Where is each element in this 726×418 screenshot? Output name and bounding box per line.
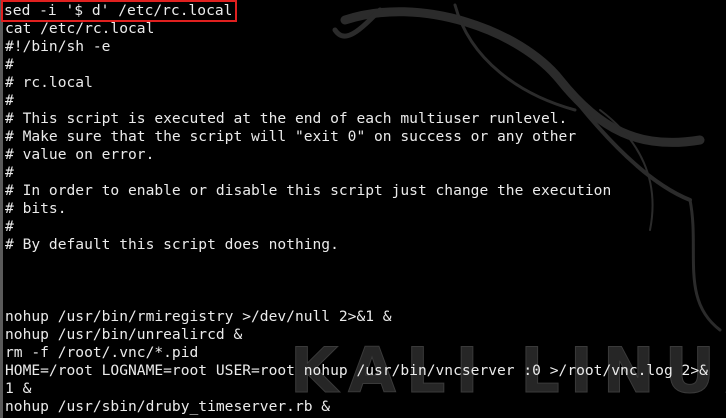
terminal-line: cat /etc/rc.local [5,20,155,37]
terminal-line: # rc.local [5,74,93,91]
terminal-line: nohup /usr/bin/unrealircd & [5,326,243,343]
terminal-window[interactable]: KALI LINUX sed -i '$ d' /etc/rc.local ca… [0,0,726,418]
terminal-line: # [5,92,14,109]
terminal-line: # bits. [5,200,67,217]
terminal-line: 1 & [5,380,32,397]
terminal-line: HOME=/root LOGNAME=root USER=root nohup … [5,362,708,379]
highlighted-command: sed -i '$ d' /etc/rc.local [0,0,238,22]
terminal-line: # value on error. [5,146,155,163]
terminal-output[interactable]: sed -i '$ d' /etc/rc.local cat /etc/rc.l… [0,0,708,416]
terminal-line: # By default this script does nothing. [5,236,339,253]
left-border [0,0,3,418]
terminal-line: # [5,164,14,181]
terminal-line: # This script is executed at the end of … [5,110,568,127]
terminal-line: # In order to enable or disable this scr… [5,182,612,199]
terminal-line: nohup /usr/bin/rmiregistry >/dev/null 2>… [5,308,392,325]
terminal-line: rm -f /root/.vnc/*.pid [5,344,199,361]
terminal-line: #!/bin/sh -e [5,38,111,55]
terminal-line: # [5,218,14,235]
terminal-line: # [5,56,14,73]
terminal-line: nohup /usr/sbin/druby_timeserver.rb & [5,398,331,415]
terminal-line: # Make sure that the script will "exit 0… [5,128,577,145]
